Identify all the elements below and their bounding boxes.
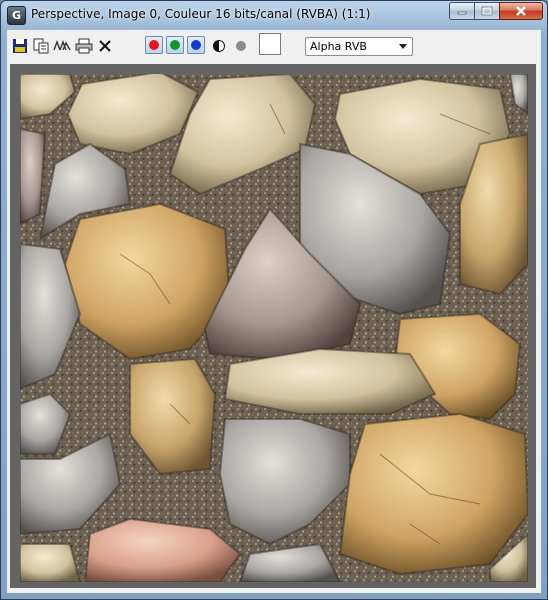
- red-channel-icon: [149, 40, 159, 50]
- display-channel-value: Alpha RVB: [310, 40, 367, 53]
- green-channel-button[interactable]: [166, 36, 184, 54]
- render-frame-window: G Perspective, Image 0, Couleur 16 bits/…: [0, 0, 548, 600]
- clear-icon[interactable]: [96, 37, 114, 55]
- minimize-icon: [457, 11, 467, 15]
- maximize-button[interactable]: [474, 2, 500, 20]
- app-icon[interactable]: G: [7, 6, 26, 25]
- clone-icon[interactable]: [53, 37, 71, 55]
- close-icon: [516, 6, 526, 16]
- stone-texture-image: [20, 74, 528, 582]
- minimize-button[interactable]: [449, 2, 475, 20]
- window-title: Perspective, Image 0, Couleur 16 bits/ca…: [31, 7, 371, 21]
- red-channel-button[interactable]: [145, 36, 163, 54]
- render-toolbar: Alpha RVB: [7, 29, 541, 62]
- mono-channel-icon[interactable]: [210, 37, 228, 55]
- save-icon[interactable]: [11, 37, 29, 55]
- image-viewport[interactable]: [10, 64, 536, 588]
- blue-channel-icon: [191, 40, 201, 50]
- green-channel-icon: [170, 40, 180, 50]
- close-button[interactable]: [499, 2, 543, 20]
- color-swatch[interactable]: [259, 33, 281, 55]
- maximize-icon: [481, 6, 493, 16]
- alpha-channel-icon[interactable]: [232, 37, 250, 55]
- copy-icon[interactable]: [32, 37, 50, 55]
- image-frame: [7, 61, 541, 593]
- chevron-down-icon: [399, 44, 407, 49]
- print-icon[interactable]: [75, 37, 93, 55]
- rendered-image: [20, 74, 528, 582]
- display-channel-select[interactable]: Alpha RVB: [305, 37, 413, 56]
- blue-channel-button[interactable]: [187, 36, 205, 54]
- title-bar[interactable]: G Perspective, Image 0, Couleur 16 bits/…: [1, 1, 547, 29]
